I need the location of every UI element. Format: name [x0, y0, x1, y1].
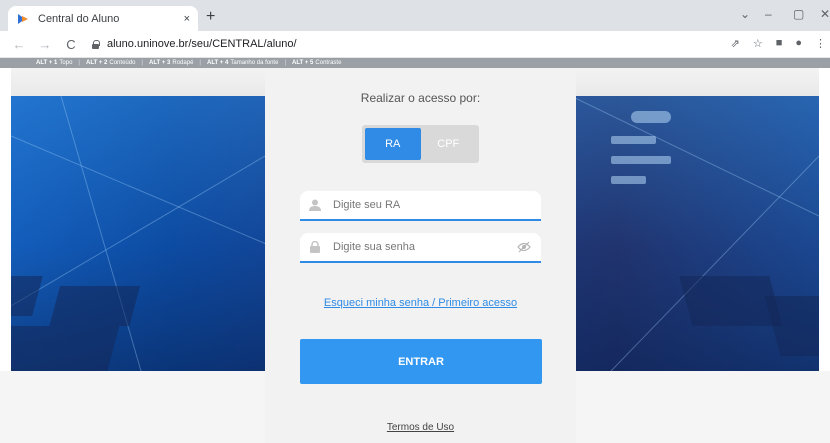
login-type-toggle: RA CPF [362, 125, 479, 163]
ra-input[interactable] [333, 199, 541, 211]
acc-item-fonte[interactable]: ALT + 4 Tamanho da fonte [207, 60, 278, 66]
star-icon[interactable]: ☆ [753, 37, 763, 50]
share-icon[interactable]: ⇗ [731, 37, 740, 50]
password-input[interactable] [333, 241, 517, 253]
address-url: aluno.uninove.br/seu/CENTRAL/aluno/ [107, 38, 297, 50]
toggle-option-ra[interactable]: RA [365, 128, 421, 160]
accessibility-bar: ALT + 1 Topo | ALT + 2 Conteúdo | ALT + 3R… [0, 58, 830, 68]
ra-field [300, 191, 541, 221]
tab-search-icon[interactable]: ⌄ [740, 7, 750, 21]
maximize-icon[interactable]: ▢ [793, 7, 804, 21]
acc-item-topo[interactable]: ALT + 1 Topo [36, 60, 72, 66]
acc-item-rodape[interactable]: ALT + 3 Rodapé [149, 60, 193, 66]
address-bar[interactable]: aluno.uninove.br/seu/CENTRAL/aluno/ [92, 38, 297, 50]
profile-icon[interactable]: ● [795, 37, 802, 50]
toggle-option-cpf[interactable]: CPF [421, 128, 477, 160]
acc-item-conteudo[interactable]: ALT + 2 Conteúdo [86, 60, 135, 66]
user-icon [309, 199, 321, 211]
browser-tab-bar: Central do Aluno × + ⌄ – ▢ ✕ [0, 0, 830, 31]
toggle-password-visibility-icon[interactable] [517, 241, 531, 253]
menu-icon[interactable]: ⋮ [815, 37, 826, 50]
login-title: Realizar o acesso por: [360, 91, 481, 105]
forward-icon[interactable]: → [38, 37, 52, 52]
close-window-icon[interactable]: ✕ [820, 7, 830, 21]
acc-item-contraste[interactable]: ALT + 5 Contraste [292, 60, 341, 66]
reload-icon[interactable]: C [64, 37, 78, 52]
tab-title: Central do Aluno [38, 12, 120, 25]
password-field [300, 233, 541, 263]
terms-of-use-link[interactable]: Termos de Uso [265, 422, 576, 433]
minimize-icon[interactable]: – [765, 7, 772, 21]
uninove-favicon-icon [18, 13, 28, 24]
lock-icon [92, 39, 100, 49]
login-card: Realizar o acesso por: RA CPF Esqueci mi… [265, 68, 576, 443]
enter-button[interactable]: ENTRAR [300, 339, 542, 384]
toolbar-actions: ⇗ ☆ ■ ● ⋮ [731, 37, 826, 50]
forgot-password-link[interactable]: Esqueci minha senha / Primeiro acesso [265, 297, 576, 309]
sidebar-icon[interactable]: ■ [776, 37, 783, 50]
back-icon[interactable]: ← [12, 37, 26, 52]
lock-icon [310, 241, 320, 253]
browser-toolbar: ← → C aluno.uninove.br/seu/CENTRAL/aluno… [0, 31, 830, 58]
new-tab-button[interactable]: + [206, 9, 215, 25]
browser-tab[interactable]: Central do Aluno × [8, 6, 198, 31]
tab-close-icon[interactable]: × [184, 13, 190, 25]
